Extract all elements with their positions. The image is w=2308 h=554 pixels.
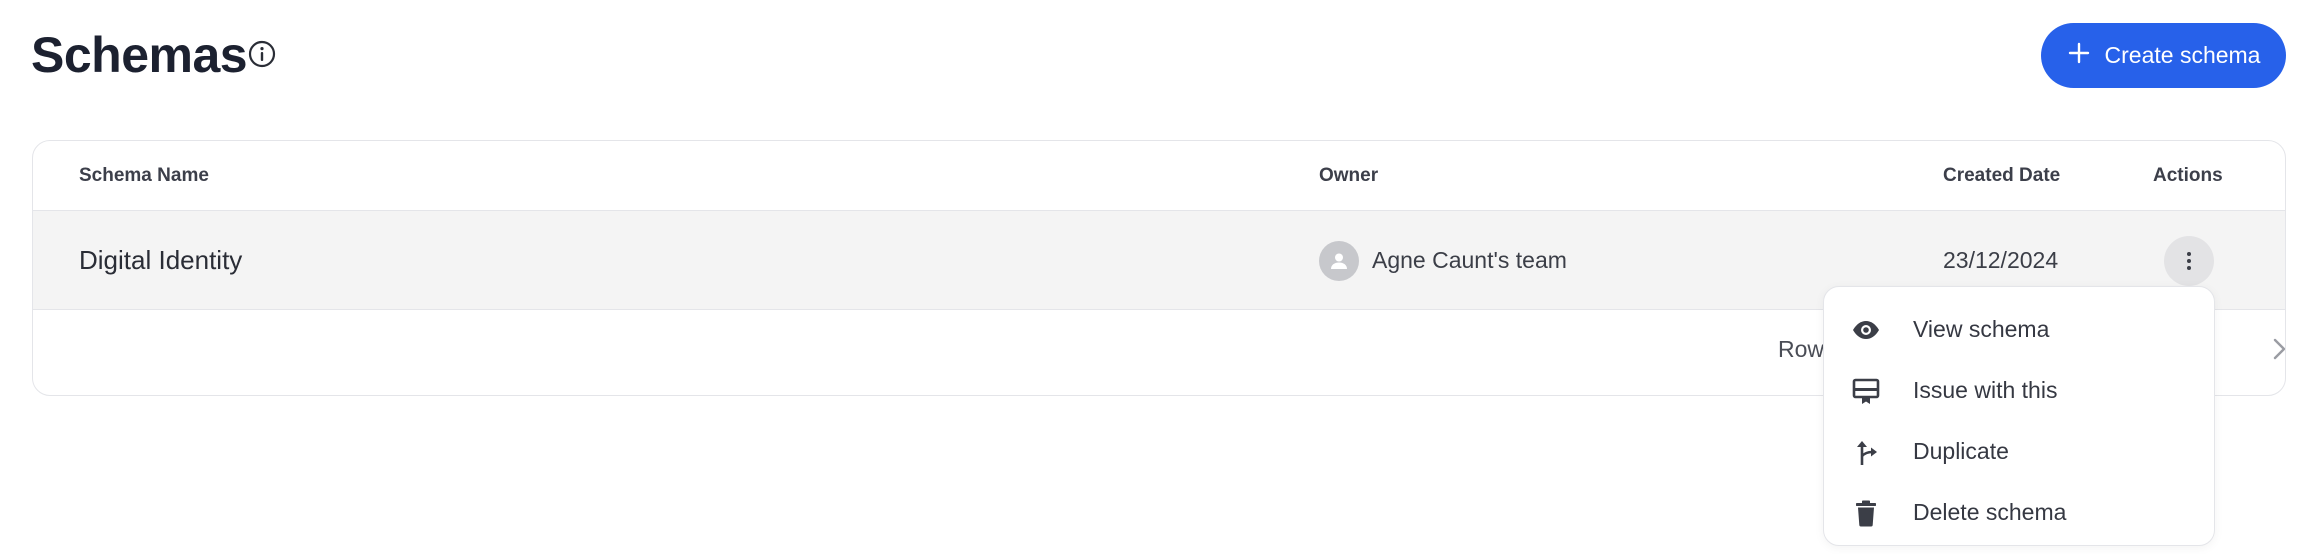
menu-item-view-schema[interactable]: View schema: [1824, 299, 2214, 360]
owner-name: Agne Caunt's team: [1372, 247, 1567, 273]
column-header-created-date[interactable]: Created Date: [1943, 141, 2060, 211]
column-header-actions: Actions: [2153, 165, 2223, 186]
menu-item-label: Delete schema: [1913, 499, 2067, 525]
info-icon[interactable]: [247, 39, 277, 69]
owner-cell: Agne Caunt's team: [1319, 211, 1567, 310]
credential-icon: [1850, 375, 1882, 407]
menu-item-label: View schema: [1913, 316, 2050, 342]
menu-item-duplicate[interactable]: Duplicate: [1824, 421, 2214, 482]
create-schema-label: Create schema: [2104, 42, 2261, 68]
create-schema-button[interactable]: Create schema: [2041, 23, 2286, 88]
schemas-page: Schemas Create schema Schema Name Owner …: [0, 0, 2308, 554]
actions-menu: View schema Issue with this Duplicate De…: [1823, 286, 2215, 546]
trash-icon: [1850, 497, 1882, 529]
menu-item-delete-schema[interactable]: Delete schema: [1824, 482, 2214, 543]
person-icon: [1331, 253, 1347, 269]
column-header-owner[interactable]: Owner: [1319, 141, 1378, 211]
menu-item-label: Issue with this: [1913, 377, 2058, 403]
page-title: Schemas: [31, 27, 248, 83]
schema-name-cell[interactable]: Digital Identity: [79, 211, 242, 310]
column-header-schema-name[interactable]: Schema Name: [79, 141, 209, 211]
more-vertical-icon[interactable]: [2164, 236, 2214, 286]
chevron-right-icon[interactable]: [2265, 335, 2285, 363]
menu-item-label: Duplicate: [1913, 438, 2009, 464]
table-header: Schema Name Owner Created Date Actions: [33, 141, 2285, 211]
menu-item-issue-with-this[interactable]: Issue with this: [1824, 360, 2214, 421]
plus-icon: [2067, 41, 2091, 71]
fork-icon: [1850, 436, 1882, 468]
eye-icon: [1850, 314, 1882, 346]
avatar: [1319, 240, 1359, 281]
